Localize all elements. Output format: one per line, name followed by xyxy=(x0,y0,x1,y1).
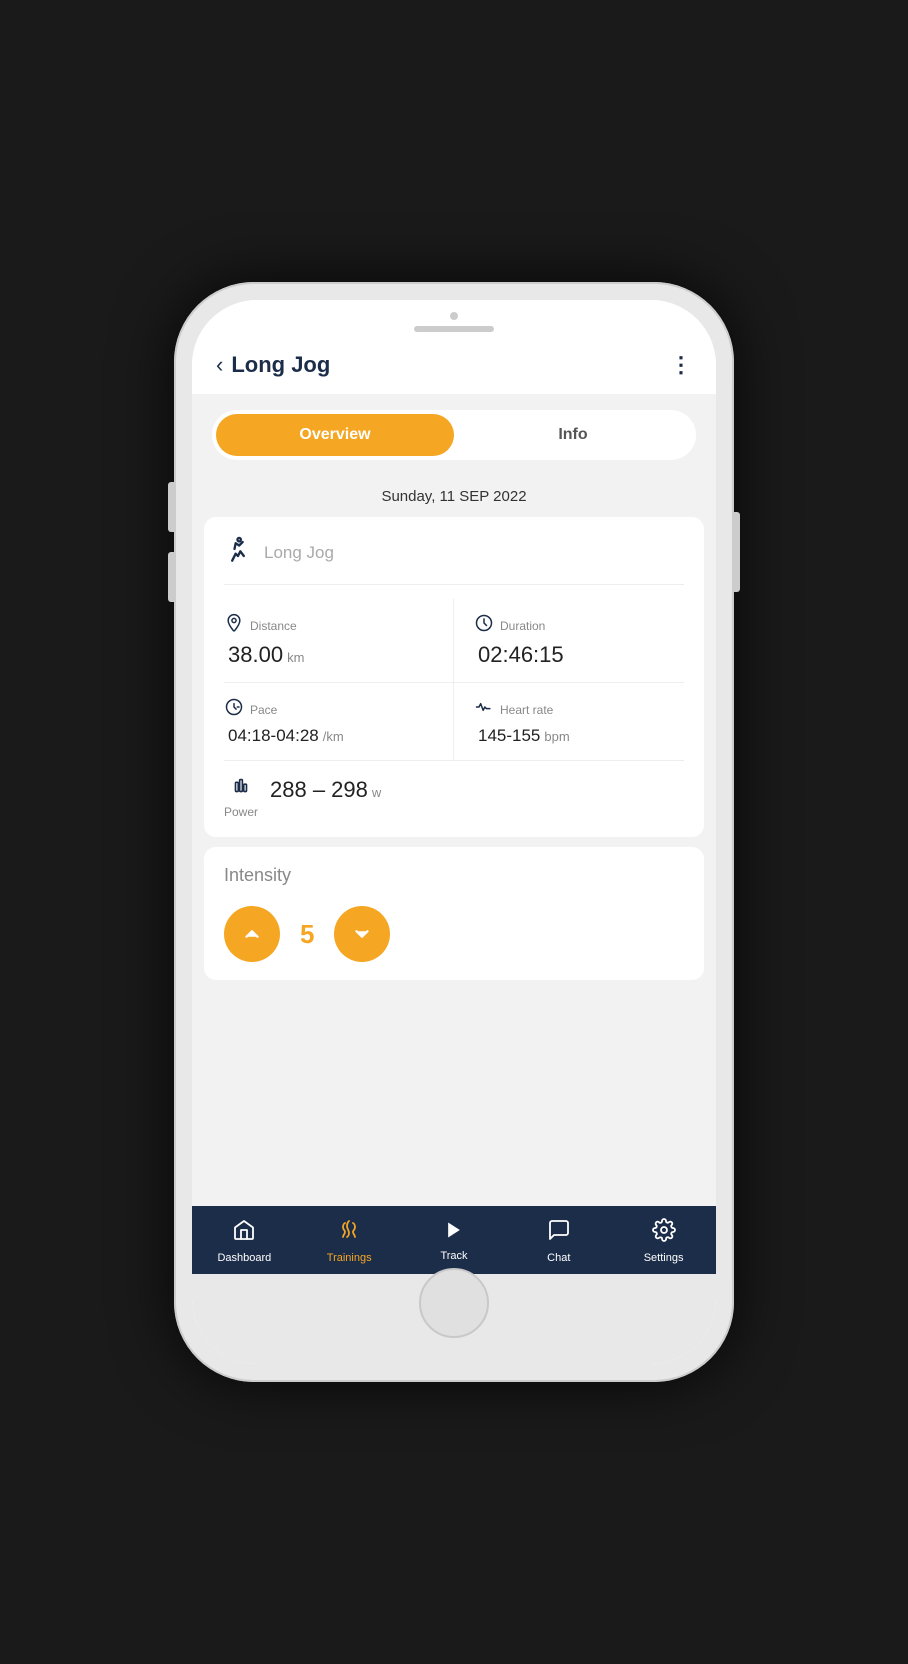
nav-item-track[interactable]: Track xyxy=(424,1220,484,1262)
power-label: Power xyxy=(224,805,258,819)
tab-info[interactable]: Info xyxy=(454,414,692,456)
content-area: Long Jog xyxy=(192,517,716,1206)
distance-label: Distance xyxy=(250,619,297,633)
nav-item-chat[interactable]: Chat xyxy=(529,1218,589,1264)
distance-value: 38.00 xyxy=(228,642,283,668)
tab-pill: Overview Info xyxy=(212,410,696,460)
power-icon xyxy=(230,775,252,803)
stats-grid: Distance 38.00 km xyxy=(224,599,684,761)
heart-rate-value: 145-155 xyxy=(478,726,540,746)
duration-value: 02:46:15 xyxy=(478,642,564,668)
heart-rate-unit: bpm xyxy=(544,729,569,744)
header-left: ‹ Long Jog xyxy=(216,352,330,378)
page-title: Long Jog xyxy=(231,352,330,378)
pace-value: 04:18-04:28 xyxy=(228,726,319,746)
pace-icon xyxy=(224,697,244,722)
back-button[interactable]: ‹ xyxy=(216,352,223,378)
pace-unit: /km xyxy=(323,729,344,744)
power-value-row: 288 – 298 w xyxy=(270,775,381,803)
date-text: Sunday, 11 SEP 2022 xyxy=(381,488,526,505)
intensity-down-button[interactable] xyxy=(334,906,390,962)
app-screen: ‹ Long Jog ⋮ Overview Info Sunday, 11 SE… xyxy=(192,332,716,1274)
heart-rate-label: Heart rate xyxy=(500,703,553,717)
stat-heart-rate: Heart rate 145-155 bpm xyxy=(454,683,684,761)
header: ‹ Long Jog ⋮ xyxy=(192,332,716,394)
camera xyxy=(450,312,458,320)
nav-item-trainings[interactable]: Trainings xyxy=(319,1218,379,1264)
trainings-icon xyxy=(337,1218,361,1248)
chat-icon xyxy=(547,1218,571,1248)
pace-label: Pace xyxy=(250,703,277,717)
power-unit: w xyxy=(372,785,381,800)
stat-power: Power 288 – 298 w xyxy=(224,761,684,819)
bottom-nav: Dashboard Trainings xyxy=(192,1206,716,1274)
more-icon[interactable]: ⋮ xyxy=(670,352,692,378)
dashboard-icon xyxy=(232,1218,256,1248)
track-icon xyxy=(444,1220,464,1246)
home-button[interactable] xyxy=(419,1268,489,1338)
nav-item-settings[interactable]: Settings xyxy=(634,1218,694,1264)
intensity-card: Intensity 5 xyxy=(204,847,704,980)
duration-label: Duration xyxy=(500,619,545,633)
notch-area xyxy=(192,300,716,332)
power-value: 288 – 298 xyxy=(270,777,368,803)
duration-icon xyxy=(474,613,494,638)
dashboard-label: Dashboard xyxy=(217,1252,271,1264)
date-bar: Sunday, 11 SEP 2022 xyxy=(192,476,716,517)
tab-switcher: Overview Info xyxy=(192,394,716,476)
chat-label: Chat xyxy=(547,1252,570,1264)
stat-distance: Distance 38.00 km xyxy=(224,599,454,683)
nav-item-dashboard[interactable]: Dashboard xyxy=(214,1218,274,1264)
settings-icon xyxy=(652,1218,676,1248)
trainings-label: Trainings xyxy=(327,1252,372,1264)
phone-bottom xyxy=(192,1274,716,1364)
tab-overview[interactable]: Overview xyxy=(216,414,454,456)
intensity-up-button[interactable] xyxy=(224,906,280,962)
run-icon xyxy=(224,535,252,570)
settings-label: Settings xyxy=(644,1252,684,1264)
heart-rate-icon xyxy=(474,697,494,722)
track-label: Track xyxy=(440,1250,467,1262)
distance-unit: km xyxy=(287,650,304,665)
stat-duration: Duration 02:46:15 xyxy=(454,599,684,683)
workout-title: Long Jog xyxy=(264,543,334,563)
workout-title-row: Long Jog xyxy=(224,535,684,585)
stat-pace: Pace 04:18-04:28 /km xyxy=(224,683,454,761)
workout-card: Long Jog xyxy=(204,517,704,837)
intensity-value: 5 xyxy=(300,919,314,950)
distance-icon xyxy=(224,613,244,638)
intensity-label: Intensity xyxy=(224,865,684,886)
intensity-controls: 5 xyxy=(224,906,684,962)
